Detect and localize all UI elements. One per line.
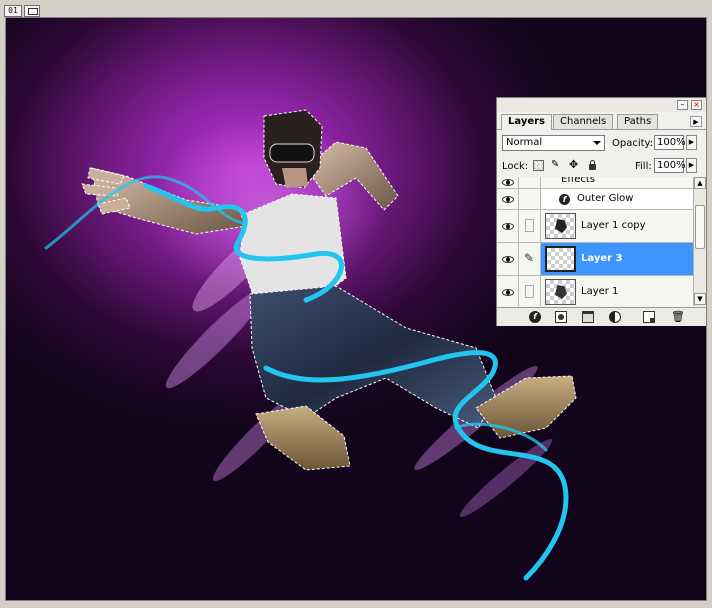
lock-transparency-icon[interactable]: [533, 160, 544, 171]
effects-row[interactable]: Effects: [497, 177, 693, 189]
eye-icon[interactable]: [502, 289, 514, 296]
add-mask-icon[interactable]: [555, 311, 567, 323]
brush-icon: ✎: [524, 251, 535, 265]
scroll-down-icon[interactable]: ▼: [694, 293, 706, 305]
fill-label: Fill:: [635, 161, 652, 172]
scroll-thumb[interactable]: [695, 205, 705, 249]
eye-icon[interactable]: [502, 256, 514, 263]
eye-icon[interactable]: [502, 179, 514, 186]
fill-input[interactable]: 100%: [654, 158, 686, 173]
layer-name[interactable]: Layer 1 copy: [581, 220, 645, 231]
blend-mode-select[interactable]: Normal: [502, 135, 605, 151]
window-icon[interactable]: [24, 5, 40, 17]
palette-titlebar[interactable]: – ×: [497, 98, 706, 112]
layer-list: Effects f Outer Glow Layer 1 copy ✎ Laye…: [497, 177, 693, 306]
lock-position-move-icon[interactable]: ✥: [569, 159, 580, 171]
palette-menu-icon[interactable]: ▶: [690, 116, 702, 127]
document-window: 01 – × Layers Channels Paths ▶ Normal Op…: [0, 0, 712, 608]
outer-glow-row[interactable]: f Outer Glow: [497, 189, 693, 210]
trash-icon[interactable]: 🗑: [671, 311, 685, 323]
eye-cell[interactable]: [497, 177, 519, 188]
document-badges: 01: [4, 5, 40, 17]
effects-label: Effects: [561, 177, 595, 185]
layer-thumbnail: [545, 213, 576, 239]
layer-thumbnail: [545, 279, 576, 305]
layer-name[interactable]: Layer 3: [581, 253, 622, 264]
opacity-input[interactable]: 100%: [654, 135, 686, 150]
layer-thumbnail: [545, 246, 576, 272]
eye-icon[interactable]: [502, 223, 514, 230]
new-layer-icon[interactable]: [643, 311, 655, 323]
opacity-label: Opacity:: [612, 138, 654, 149]
figure-thumbnail-icon: [555, 285, 567, 299]
link-cell[interactable]: ✎: [519, 243, 541, 275]
link-cell: [519, 189, 541, 209]
document-number-badge[interactable]: 01: [4, 5, 22, 17]
palette-bottom-bar: f 🗑: [497, 307, 706, 326]
blend-row: Normal Opacity: 100% ▶: [497, 132, 706, 154]
tab-channels[interactable]: Channels: [553, 114, 614, 129]
eye-cell[interactable]: [497, 243, 519, 275]
lock-pixels-brush-icon[interactable]: ✎: [551, 160, 562, 171]
layer-row[interactable]: Layer 1 copy: [497, 210, 693, 243]
new-group-folder-icon[interactable]: [582, 311, 594, 323]
blend-mode-value: Normal: [506, 137, 543, 148]
layer-row-selected[interactable]: ✎ Layer 3: [497, 243, 693, 276]
opacity-slider-arrow-icon[interactable]: ▶: [686, 135, 697, 150]
palette-tabs: Layers Channels Paths ▶: [497, 112, 706, 130]
scroll-up-icon[interactable]: ▲: [694, 177, 706, 189]
layer-list-scrollbar[interactable]: ▲ ▼: [693, 177, 706, 306]
new-adjustment-layer-icon[interactable]: [609, 311, 621, 323]
outer-glow-label: Outer Glow: [577, 193, 634, 204]
lock-all-icon[interactable]: [587, 160, 598, 171]
link-cell[interactable]: [519, 276, 541, 306]
link-cell[interactable]: [519, 210, 541, 242]
fx-icon: f: [559, 194, 570, 205]
lock-row: Lock: ✎ ✥ Fill: 100% ▶: [497, 155, 706, 178]
layer-name[interactable]: Layer 1: [581, 286, 618, 297]
minimize-icon[interactable]: –: [677, 100, 688, 110]
chevron-down-icon: [593, 141, 601, 145]
layer-row[interactable]: Layer 1: [497, 276, 693, 306]
tab-paths[interactable]: Paths: [617, 114, 659, 129]
eye-icon[interactable]: [502, 196, 514, 203]
close-icon[interactable]: ×: [691, 100, 702, 110]
link-cell: [519, 177, 541, 188]
eye-cell[interactable]: [497, 189, 519, 209]
tab-layers[interactable]: Layers: [501, 114, 552, 130]
add-layer-style-icon[interactable]: f: [529, 311, 541, 323]
figure-thumbnail-icon: [555, 219, 567, 233]
eye-cell[interactable]: [497, 276, 519, 306]
layers-palette[interactable]: – × Layers Channels Paths ▶ Normal Opaci…: [496, 97, 707, 326]
eye-cell[interactable]: [497, 210, 519, 242]
lock-label: Lock:: [502, 161, 529, 172]
fill-slider-arrow-icon[interactable]: ▶: [686, 158, 697, 173]
